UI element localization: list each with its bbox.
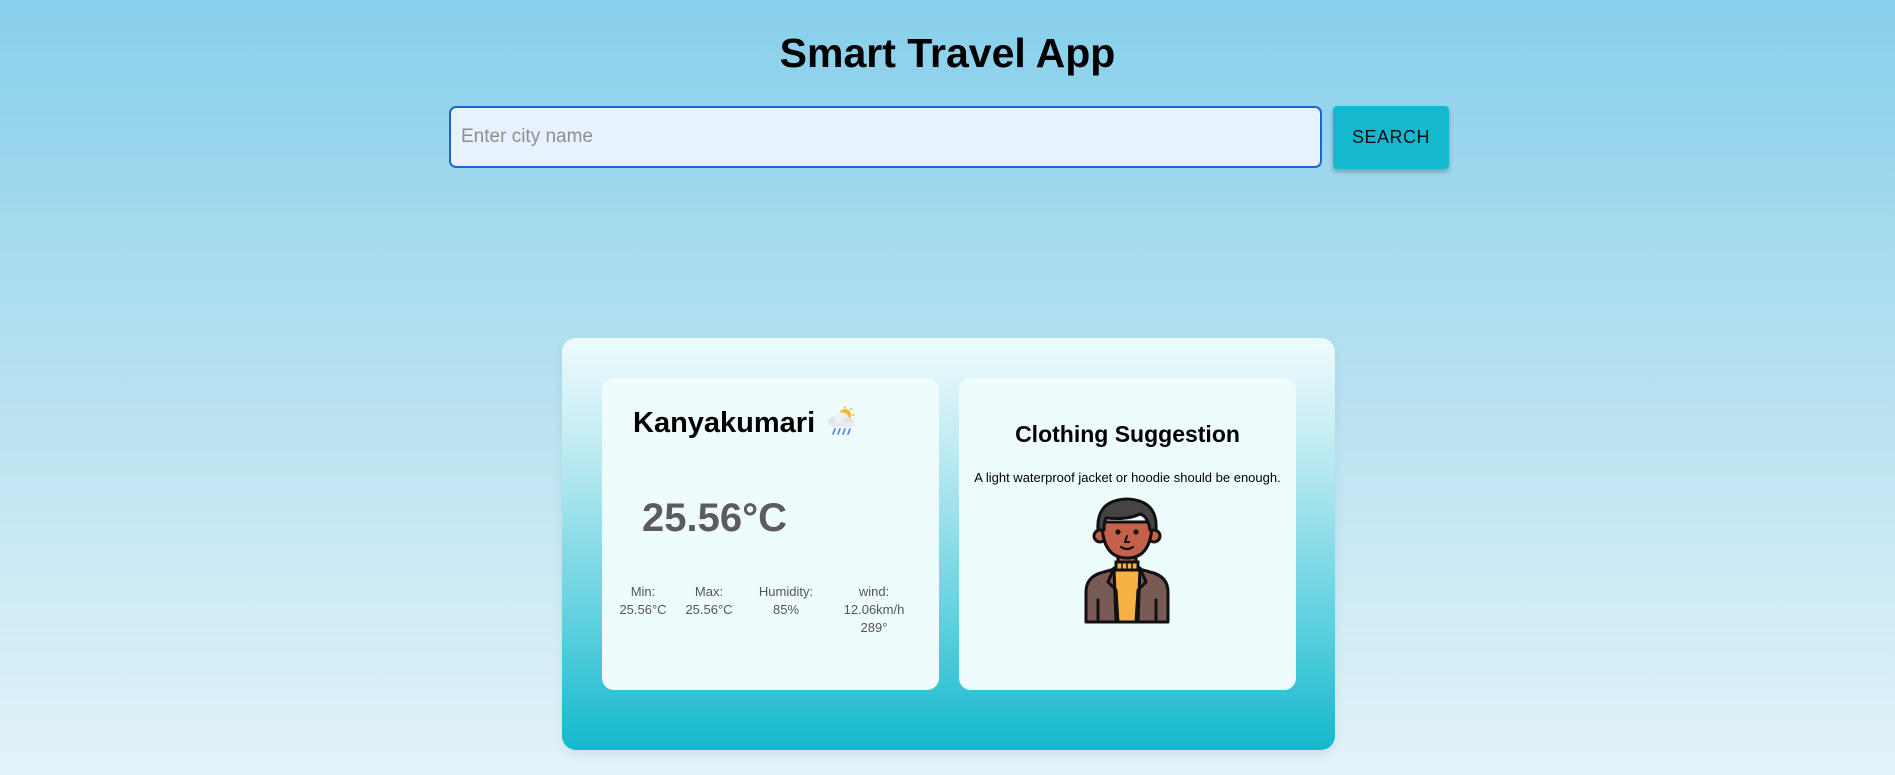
current-temperature: 25.56°C [642, 496, 787, 540]
clothing-card: Clothing Suggestion A light waterproof j… [959, 378, 1296, 690]
clothing-suggestion: A light waterproof jacket or hoodie shou… [974, 470, 1281, 485]
city-search-input[interactable] [449, 106, 1322, 168]
humidity: Humidity: 85% [750, 583, 822, 619]
humidity-value: 85% [772, 602, 800, 617]
weather-card: Kanyakumari 25.56°C Min: 25.56°C Max: 25… [602, 378, 939, 690]
max-temperature: Max: 25.56°C [682, 583, 736, 619]
city-name: Kanyakumari [633, 407, 816, 439]
max-value: 25.56°C [685, 602, 733, 617]
min-value: 25.56°C [619, 602, 667, 617]
city-heading: Kanyakumari [633, 405, 859, 441]
search-button[interactable]: SEARCH [1333, 106, 1449, 169]
clothing-title: Clothing Suggestion [1015, 421, 1240, 447]
min-temperature: Min: 25.56°C [616, 583, 670, 619]
humidity-label: Humidity: [758, 584, 814, 599]
rain-cloud-sun-icon [825, 405, 859, 436]
wind: wind: 12.06km/h 289° [837, 583, 911, 637]
max-label: Max: [694, 584, 724, 599]
min-label: Min: [630, 584, 656, 599]
wind-direction: 289° [860, 620, 888, 635]
wind-speed: 12.06km/h [843, 602, 905, 617]
page-title: Smart Travel App [779, 30, 1116, 76]
results-panel: Kanyakumari 25.56°C Min: 25.56°C Max: 25… [562, 338, 1335, 750]
person-in-jacket-icon [1078, 496, 1176, 624]
wind-label: wind: [858, 584, 890, 599]
